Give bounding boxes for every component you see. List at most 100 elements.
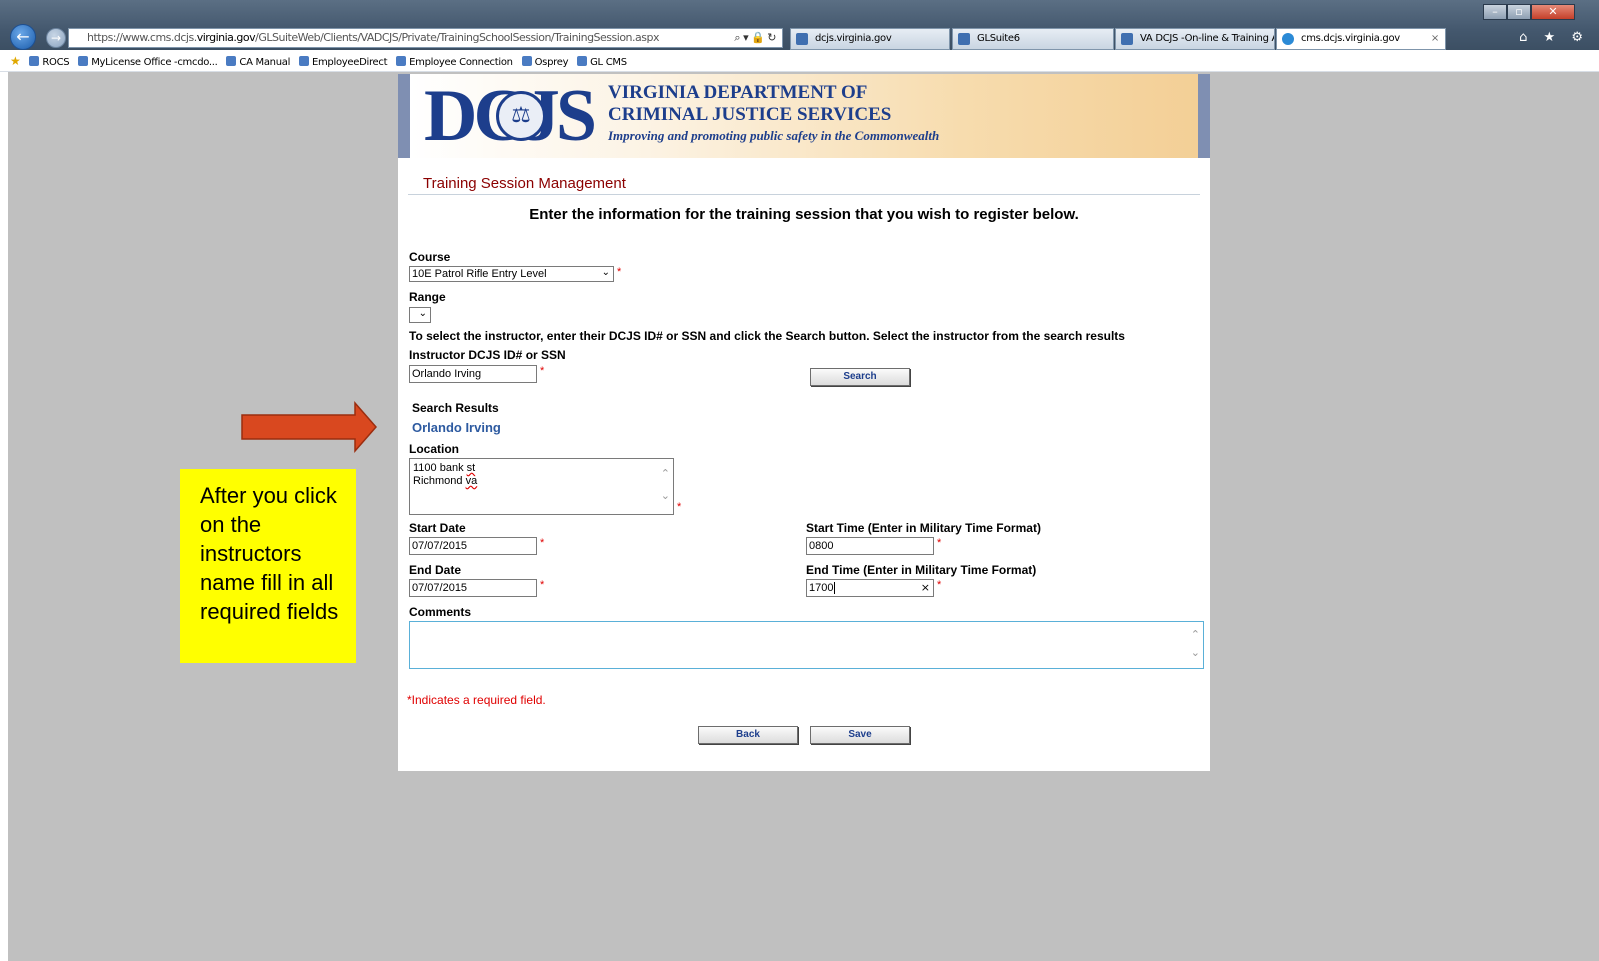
url-path: /GLSuiteWeb/Clients/VADCJS/Private/Train…	[255, 31, 659, 44]
tab-label: GLSuite6	[977, 33, 1020, 44]
tab-cms-active[interactable]: cms.dcjs.virginia.gov ×	[1276, 28, 1446, 50]
end-time-input[interactable]: 1700 ×	[806, 579, 934, 597]
toolbar-icons[interactable]: ⌂ ★ ⚙	[1519, 30, 1589, 45]
location-textarea[interactable]: 1100 bank st Richmond va ⌃ ⌄	[409, 458, 674, 515]
location-line-1: 1100 bank st	[413, 462, 670, 475]
start-time-input[interactable]: 0800	[806, 537, 934, 555]
range-label: Range	[409, 290, 446, 304]
required-field-note: *Indicates a required field.	[407, 693, 546, 707]
end-date-input[interactable]: 07/07/2015	[409, 579, 537, 597]
maximize-button[interactable]: ▫	[1507, 4, 1531, 20]
search-result-instructor-link[interactable]: Orlando Irving	[412, 420, 501, 435]
range-select[interactable]: ⌄	[409, 307, 431, 323]
page-title: Training Session Management	[423, 175, 626, 192]
address-icons[interactable]: ⌕ ▾ 🔒 ↻	[734, 29, 776, 47]
scroll-up-icon[interactable]: ⌃	[1191, 628, 1200, 641]
tab-label: cms.dcjs.virginia.gov	[1301, 33, 1400, 44]
end-time-value: 1700	[809, 582, 834, 594]
instructor-id-input[interactable]: Orlando Irving	[409, 365, 537, 383]
favorite-item[interactable]: MyLicense Office -cmcdo...	[78, 52, 218, 73]
page-icon	[29, 56, 40, 66]
page-icon	[396, 56, 407, 66]
back-arrow-icon[interactable]: ←	[10, 24, 36, 50]
agency-name-line1: VIRGINIA DEPARTMENT OF	[608, 82, 868, 103]
end-time-label: End Time (Enter in Military Time Format)	[806, 563, 1037, 577]
comments-textarea[interactable]: ⌃ ⌄	[409, 621, 1204, 669]
location-line1-text: 1100 bank	[413, 462, 467, 474]
scroll-up-icon[interactable]: ⌃	[661, 467, 670, 480]
favorite-label: EmployeeDirect	[311, 57, 388, 68]
favorite-label: Employee Connection	[409, 57, 513, 68]
page-container: DCJS ⚖ VIRGINIA DEPARTMENT OF CRIMINAL J…	[398, 74, 1210, 771]
callout-text: After you click on the instructors name …	[200, 483, 339, 624]
favorite-item[interactable]: GL CMS	[577, 52, 627, 73]
favorite-item[interactable]: EmployeeDirect	[298, 52, 388, 73]
chevron-down-icon: ⌄	[601, 267, 610, 278]
tab-dcjs[interactable]: dcjs.virginia.gov	[790, 28, 950, 50]
favorite-item[interactable]: ROCS	[29, 52, 70, 73]
forward-arrow-icon[interactable]: →	[46, 28, 66, 48]
pointer-arrow-icon	[241, 401, 377, 453]
spelling-flag: st	[466, 462, 476, 474]
required-marker: *	[937, 579, 942, 591]
favorites-star-icon[interactable]: ★	[10, 51, 21, 72]
chevron-down-icon: ⌄	[418, 308, 427, 319]
start-date-input[interactable]: 07/07/2015	[409, 537, 537, 555]
scroll-down-icon[interactable]: ⌄	[1191, 646, 1200, 659]
page-icon	[226, 56, 237, 66]
instruction-callout: After you click on the instructors name …	[180, 469, 356, 663]
course-select[interactable]: 10E Patrol Rifle Entry Level ⌄	[409, 266, 614, 282]
end-date-label: End Date	[409, 563, 462, 577]
address-bar[interactable]: https://www.cms.dcjs.virginia.gov/GLSuit…	[68, 28, 783, 48]
favorite-item[interactable]: CA Manual	[226, 52, 290, 73]
favorite-item[interactable]: Employee Connection	[396, 52, 513, 73]
comments-label: Comments	[409, 605, 472, 619]
back-button[interactable]: Back	[698, 726, 798, 744]
favorites-bar: ★ ROCS MyLicense Office -cmcdo... CA Man…	[0, 51, 1599, 72]
start-time-label: Start Time (Enter in Military Time Forma…	[806, 521, 1041, 535]
location-line2-text: Richmond	[413, 475, 466, 487]
tab-label: VA DCJS -On-line & Training A...	[1140, 33, 1275, 44]
page-instruction: Enter the information for the training s…	[529, 206, 1079, 223]
location-line-2: Richmond va	[413, 475, 670, 488]
scales-of-justice-icon: ⚖	[496, 91, 546, 141]
favorite-label: Osprey	[534, 57, 569, 68]
start-date-label: Start Date	[409, 521, 466, 535]
tab-close-icon[interactable]: ×	[1431, 29, 1439, 49]
text-cursor	[834, 582, 836, 594]
arrow-shape	[241, 401, 377, 453]
save-button[interactable]: Save	[810, 726, 910, 744]
favorite-label: MyLicense Office -cmcdo...	[91, 57, 218, 68]
scroll-down-icon[interactable]: ⌄	[661, 489, 670, 502]
tab-label: dcjs.virginia.gov	[815, 33, 892, 44]
favorite-label: ROCS	[42, 57, 70, 68]
minimize-button[interactable]: –	[1483, 4, 1507, 20]
agency-name-line2: CRIMINAL JUSTICE SERVICES	[608, 104, 892, 125]
required-marker: *	[617, 266, 622, 278]
title-divider	[408, 194, 1200, 195]
tab-site-icon	[1121, 33, 1133, 45]
clear-field-icon[interactable]: ×	[921, 580, 930, 596]
page-icon	[521, 56, 532, 66]
window-controls: – ▫ ✕	[1483, 4, 1575, 20]
close-window-button[interactable]: ✕	[1531, 4, 1575, 20]
browser-chrome: – ▫ ✕ ← → https://www.cms.dcjs.virginia.…	[0, 0, 1599, 72]
favorite-label: CA Manual	[239, 57, 291, 68]
favorite-item[interactable]: Osprey	[521, 52, 569, 73]
url-host: virginia.gov	[196, 31, 256, 44]
favorite-label: GL CMS	[590, 57, 627, 68]
tab-site-icon	[1282, 33, 1294, 45]
instructor-label: Instructor DCJS ID# or SSN	[409, 348, 566, 362]
tab-site-icon	[958, 33, 970, 45]
course-selected-value: 10E Patrol Rifle Entry Level	[412, 268, 547, 280]
page-icon	[298, 56, 309, 66]
search-button[interactable]: Search	[810, 368, 910, 386]
tab-glsuite[interactable]: GLSuite6	[952, 28, 1114, 50]
search-results-label: Search Results	[412, 401, 499, 415]
header-banner: DCJS ⚖ VIRGINIA DEPARTMENT OF CRIMINAL J…	[398, 74, 1210, 158]
page-icon	[577, 56, 588, 66]
tab-va-dcjs[interactable]: VA DCJS -On-line & Training A...	[1115, 28, 1275, 50]
required-marker: *	[540, 579, 545, 591]
page-icon	[78, 56, 89, 66]
location-label: Location	[409, 442, 459, 456]
